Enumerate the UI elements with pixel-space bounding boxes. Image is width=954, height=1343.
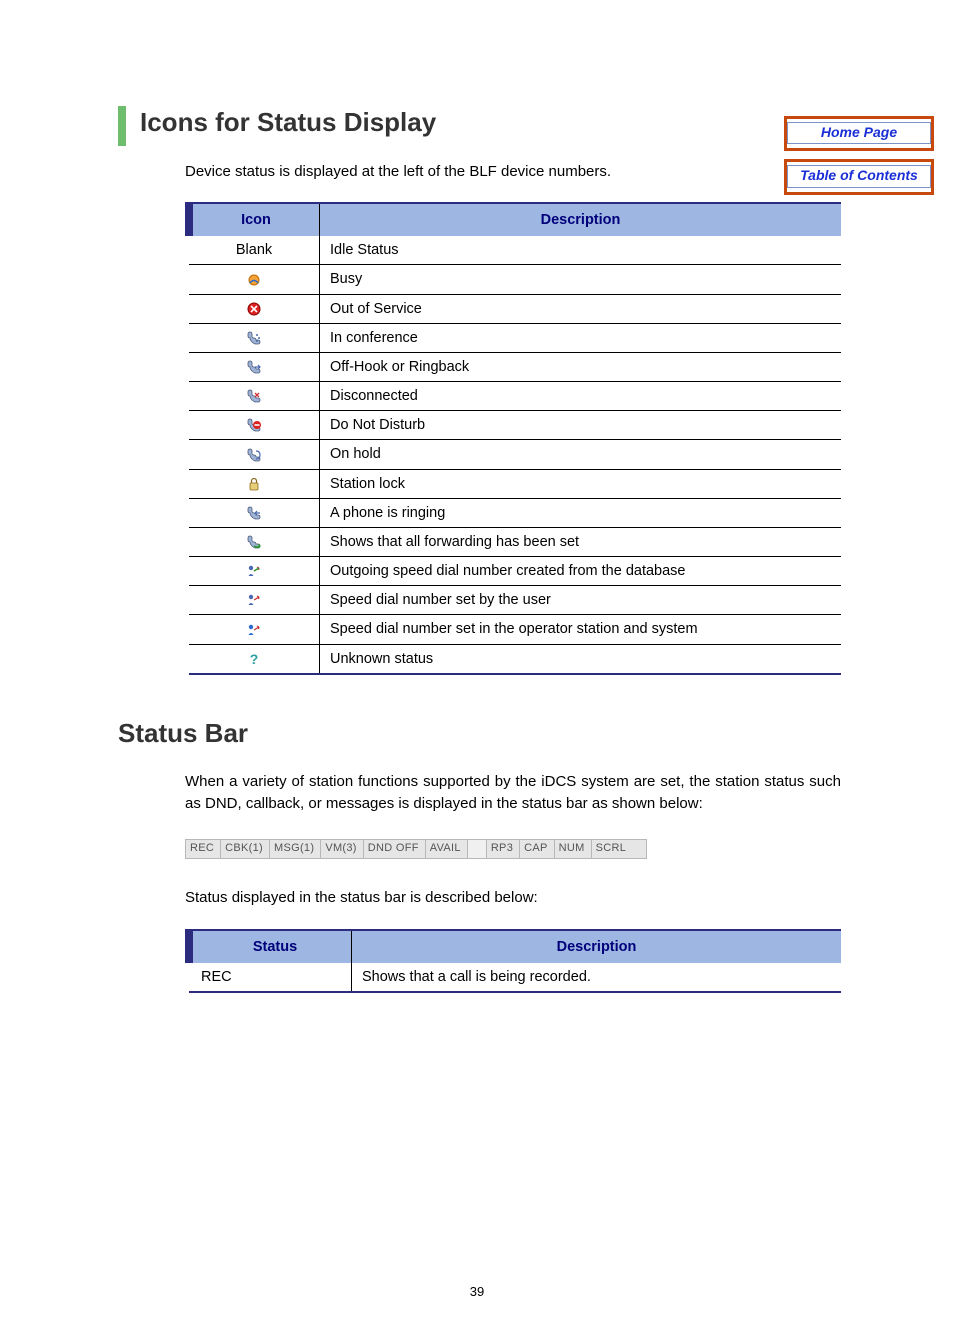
section2-intro-text: When a variety of station functions supp… <box>185 771 841 815</box>
description-cell: A phone is ringing <box>320 498 842 527</box>
icon-cell <box>189 586 320 615</box>
status-strip-segment: RP3 <box>487 840 520 858</box>
icon-cell <box>189 469 320 498</box>
description-cell: Speed dial number set in the operator st… <box>320 615 842 644</box>
icon-cell <box>189 294 320 323</box>
status-cell: REC <box>189 963 352 992</box>
forward-all-icon <box>246 534 262 550</box>
table-row: Blank Idle Status <box>189 236 841 265</box>
table-row: On hold <box>189 440 841 469</box>
status-table-head-desc: Description <box>352 930 842 963</box>
icons-table-head-icon: Icon <box>189 203 320 236</box>
heading-accent-bar <box>118 106 126 146</box>
section-heading-icons: Icons for Status Display <box>118 108 954 137</box>
icon-cell <box>189 440 320 469</box>
icon-cell <box>189 527 320 556</box>
description-cell: Unknown status <box>320 644 842 674</box>
out-of-service-icon <box>246 301 262 317</box>
table-row: RECShows that a call is being recorded. <box>189 963 841 992</box>
description-cell: In conference <box>320 323 842 352</box>
description-cell: Out of Service <box>320 294 842 323</box>
status-strip-segment: DND OFF <box>364 840 426 858</box>
status-strip-segment: CBK(1) <box>221 840 270 858</box>
icon-cell <box>189 323 320 352</box>
toc-link-box[interactable]: Table of Contents <box>784 159 934 194</box>
section-heading-wrap: Icons for Status Display <box>118 108 954 137</box>
table-row: In conference <box>189 323 841 352</box>
unknown-icon <box>246 651 262 667</box>
description-cell: Busy <box>320 265 842 294</box>
description-cell: Idle Status <box>320 236 842 265</box>
status-bar-graphic: RECCBK(1)MSG(1)VM(3)DND OFFAVAIL RP3CAPNU… <box>185 839 647 859</box>
offhook-icon <box>246 359 262 375</box>
icon-cell <box>189 615 320 644</box>
busy-icon <box>246 272 262 288</box>
description-cell: Shows that all forwarding has been set <box>320 527 842 556</box>
speed-dial-user-icon <box>246 592 262 608</box>
table-row: A phone is ringing <box>189 498 841 527</box>
section2-after-strip-text: Status displayed in the status bar is de… <box>185 887 841 909</box>
description-cell: Station lock <box>320 469 842 498</box>
description-cell: On hold <box>320 440 842 469</box>
status-strip-segment: CAP <box>520 840 555 858</box>
section1-intro-text: Device status is displayed at the left o… <box>185 161 841 183</box>
speed-dial-operator-icon <box>246 622 262 638</box>
table-row: Busy <box>189 265 841 294</box>
description-cell: Do Not Disturb <box>320 411 842 440</box>
table-row: Shows that all forwarding has been set <box>189 527 841 556</box>
dnd-icon <box>246 417 262 433</box>
description-cell: Speed dial number set by the user <box>320 586 842 615</box>
icon-cell <box>189 352 320 381</box>
status-strip-segment: VM(3) <box>321 840 363 858</box>
speed-dial-db-icon <box>246 563 262 579</box>
status-strip-segment: NUM <box>555 840 592 858</box>
icon-cell <box>189 644 320 674</box>
icons-table-head-desc: Description <box>320 203 842 236</box>
ringing-icon <box>246 505 262 521</box>
icon-cell <box>189 411 320 440</box>
section2-heading-wrap: Status Bar <box>118 719 954 748</box>
table-row: Speed dial number set by the user <box>189 586 841 615</box>
blank-text: Blank <box>236 242 272 258</box>
section-heading-status-bar: Status Bar <box>118 719 954 748</box>
icon-cell <box>189 498 320 527</box>
status-table-head-status: Status <box>189 930 352 963</box>
icon-cell: Blank <box>189 236 320 265</box>
status-strip-segment: MSG(1) <box>270 840 321 858</box>
table-row: Off-Hook or Ringback <box>189 352 841 381</box>
description-cell: Disconnected <box>320 382 842 411</box>
document-page: Home Page Table of Contents Icons for St… <box>0 108 954 1343</box>
status-strip-segment: AVAIL <box>426 840 468 858</box>
disconnected-icon <box>246 388 262 404</box>
status-strip-gap <box>468 840 487 858</box>
description-cell: Off-Hook or Ringback <box>320 352 842 381</box>
page-number: 39 <box>0 1284 954 1299</box>
table-row: Out of Service <box>189 294 841 323</box>
table-row: Speed dial number set in the operator st… <box>189 615 841 644</box>
status-table: Status Description RECShows that a call … <box>185 929 841 993</box>
table-row: Station lock <box>189 469 841 498</box>
toc-link[interactable]: Table of Contents <box>788 168 930 183</box>
icon-cell <box>189 557 320 586</box>
table-row: Outgoing speed dial number created from … <box>189 557 841 586</box>
lock-icon <box>246 476 262 492</box>
status-strip-segment: REC <box>186 840 221 858</box>
description-cell: Shows that a call is being recorded. <box>352 963 842 992</box>
hold-icon <box>246 447 262 463</box>
conference-icon <box>246 330 262 346</box>
icons-table: Icon Description BlankIdle StatusBusyOut… <box>185 202 841 674</box>
icon-cell <box>189 265 320 294</box>
icon-cell <box>189 382 320 411</box>
table-row: Disconnected <box>189 382 841 411</box>
description-cell: Outgoing speed dial number created from … <box>320 557 842 586</box>
table-row: Unknown status <box>189 644 841 674</box>
status-strip-segment: SCRL <box>592 840 633 858</box>
table-row: Do Not Disturb <box>189 411 841 440</box>
